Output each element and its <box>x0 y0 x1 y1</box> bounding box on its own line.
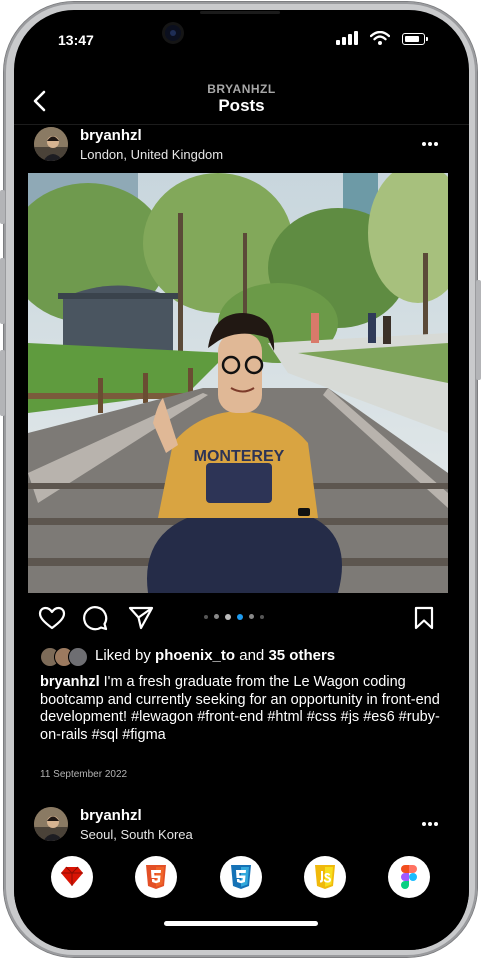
post-username[interactable]: bryanhzl <box>80 127 142 144</box>
status-time: 13:47 <box>58 32 94 48</box>
likes-summary[interactable]: Liked by phoenix_to and 35 others <box>95 647 335 664</box>
header-divider <box>14 124 469 125</box>
mute-switch <box>0 190 5 224</box>
post-location[interactable]: London, United Kingdom <box>80 147 223 162</box>
liked-by-username[interactable]: phoenix_to <box>155 647 235 664</box>
volume-down-button <box>0 350 5 416</box>
figma-icon[interactable] <box>388 856 430 898</box>
caption-text: I'm a fresh graduate from the Le Wagon c… <box>40 674 440 743</box>
post-date: 11 September 2022 <box>40 769 128 780</box>
post-caption: bryanhzl I'm a fresh graduate from the L… <box>40 674 440 744</box>
next-post-avatar[interactable] <box>34 807 68 841</box>
comment-icon[interactable] <box>82 605 108 631</box>
power-button <box>476 280 481 380</box>
header-username: BRYANHZL <box>207 82 276 96</box>
html5-icon[interactable] <box>135 856 177 898</box>
shirt-text: MONTEREY <box>194 448 285 465</box>
ruby-icon[interactable] <box>51 856 93 898</box>
cellular-signal-icon <box>336 31 360 45</box>
heart-icon[interactable] <box>38 606 66 630</box>
next-post-location[interactable]: Seoul, South Korea <box>80 827 193 842</box>
avatar[interactable] <box>34 127 68 161</box>
next-post-more-icon[interactable] <box>422 821 442 827</box>
javascript-icon[interactable] <box>304 856 346 898</box>
screen: 13:47 BRYANHZL Posts bryanhzl London, Un… <box>14 10 469 950</box>
caption-username[interactable]: bryanhzl <box>40 674 100 690</box>
skills-tab-bar <box>14 846 469 950</box>
carousel-indicator <box>204 614 284 620</box>
more-options-icon[interactable] <box>422 141 442 147</box>
post-photo[interactable]: MONTEREY <box>28 173 448 593</box>
front-camera <box>165 25 181 41</box>
battery-icon <box>402 33 428 45</box>
likes-others-count[interactable]: 35 others <box>268 647 335 664</box>
volume-up-button <box>0 258 5 324</box>
home-indicator[interactable] <box>164 921 318 926</box>
page-title: Posts <box>218 96 265 115</box>
next-post-username[interactable]: bryanhzl <box>80 807 142 824</box>
css3-icon[interactable] <box>220 856 262 898</box>
paper-plane-icon[interactable] <box>128 605 154 631</box>
liked-by-avatars[interactable] <box>40 647 92 667</box>
bookmark-icon[interactable] <box>414 606 434 630</box>
wifi-icon <box>370 31 390 45</box>
speaker-grille <box>200 11 280 14</box>
